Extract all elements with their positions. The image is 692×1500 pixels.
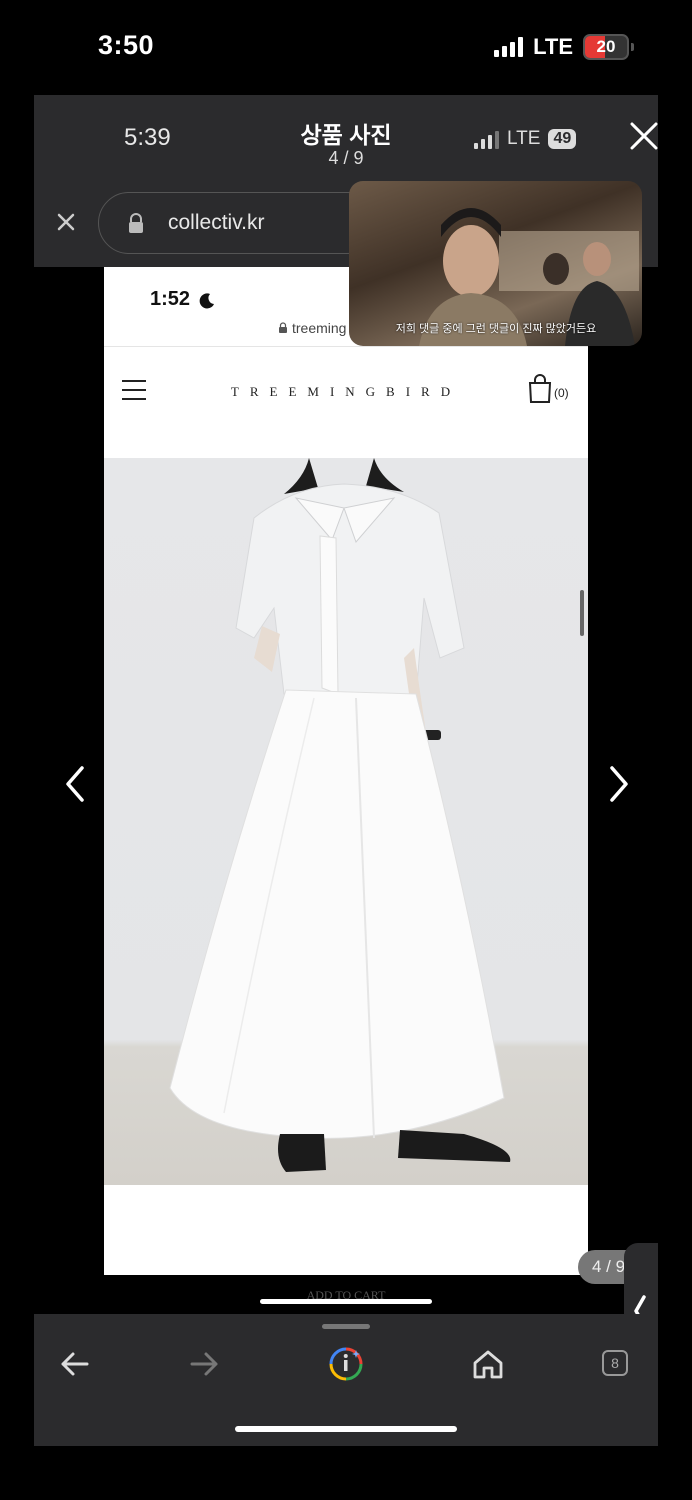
page-lock-icon: [279, 322, 287, 333]
network-label: LTE: [533, 34, 573, 59]
status-time: 3:50: [98, 30, 155, 60]
model-illustration: [169, 458, 511, 1172]
shopping-bag-icon[interactable]: [527, 374, 553, 404]
viewer-counter: 4 / 9: [328, 148, 364, 168]
product-image[interactable]: [104, 458, 588, 1185]
home-indicator: [235, 1426, 457, 1432]
back-icon[interactable]: [57, 1346, 93, 1382]
inner-home-indicator: [260, 1299, 432, 1304]
inner-status-indicators: LTE 49: [474, 128, 577, 150]
inner-signal-icon: [474, 129, 499, 149]
battery-level: 20: [596, 37, 616, 56]
moon-icon: [199, 293, 214, 309]
cart-count: (0): [554, 386, 569, 400]
lock-icon: [129, 213, 143, 233]
assistant-icon[interactable]: [328, 1346, 364, 1382]
forward-icon[interactable]: [186, 1346, 222, 1382]
signal-icon: [494, 37, 524, 57]
next-photo-icon[interactable]: [606, 764, 632, 804]
inner-status-time: 5:39: [124, 124, 171, 151]
battery-tip: [631, 43, 634, 51]
close-tab-icon[interactable]: [52, 208, 80, 236]
address-url[interactable]: collectiv.kr: [168, 211, 264, 235]
tabs-button[interactable]: 8: [602, 1350, 628, 1376]
previous-photo-icon[interactable]: [62, 764, 88, 804]
menu-icon[interactable]: [122, 380, 146, 400]
battery-icon: 20: [583, 34, 629, 60]
home-icon[interactable]: [470, 1346, 506, 1382]
close-viewer-icon[interactable]: [626, 118, 662, 154]
page-status-time: 1:52: [150, 288, 191, 310]
viewer-title: 상품 사진: [300, 122, 392, 148]
header-divider: [104, 346, 588, 347]
page-url: treeming: [292, 320, 347, 336]
inner-battery-icon: 49: [548, 129, 577, 149]
video-caption: 저희 댓글 중에 그런 댓글이 진짜 많았거든요: [395, 323, 597, 335]
brand-logo[interactable]: TREEMINGBIRD: [210, 384, 482, 400]
inner-network-label: LTE: [507, 128, 541, 149]
status-indicators: LTE 20: [494, 34, 634, 60]
scroll-indicator: [580, 590, 584, 636]
toolbar-grabber[interactable]: [322, 1324, 370, 1329]
